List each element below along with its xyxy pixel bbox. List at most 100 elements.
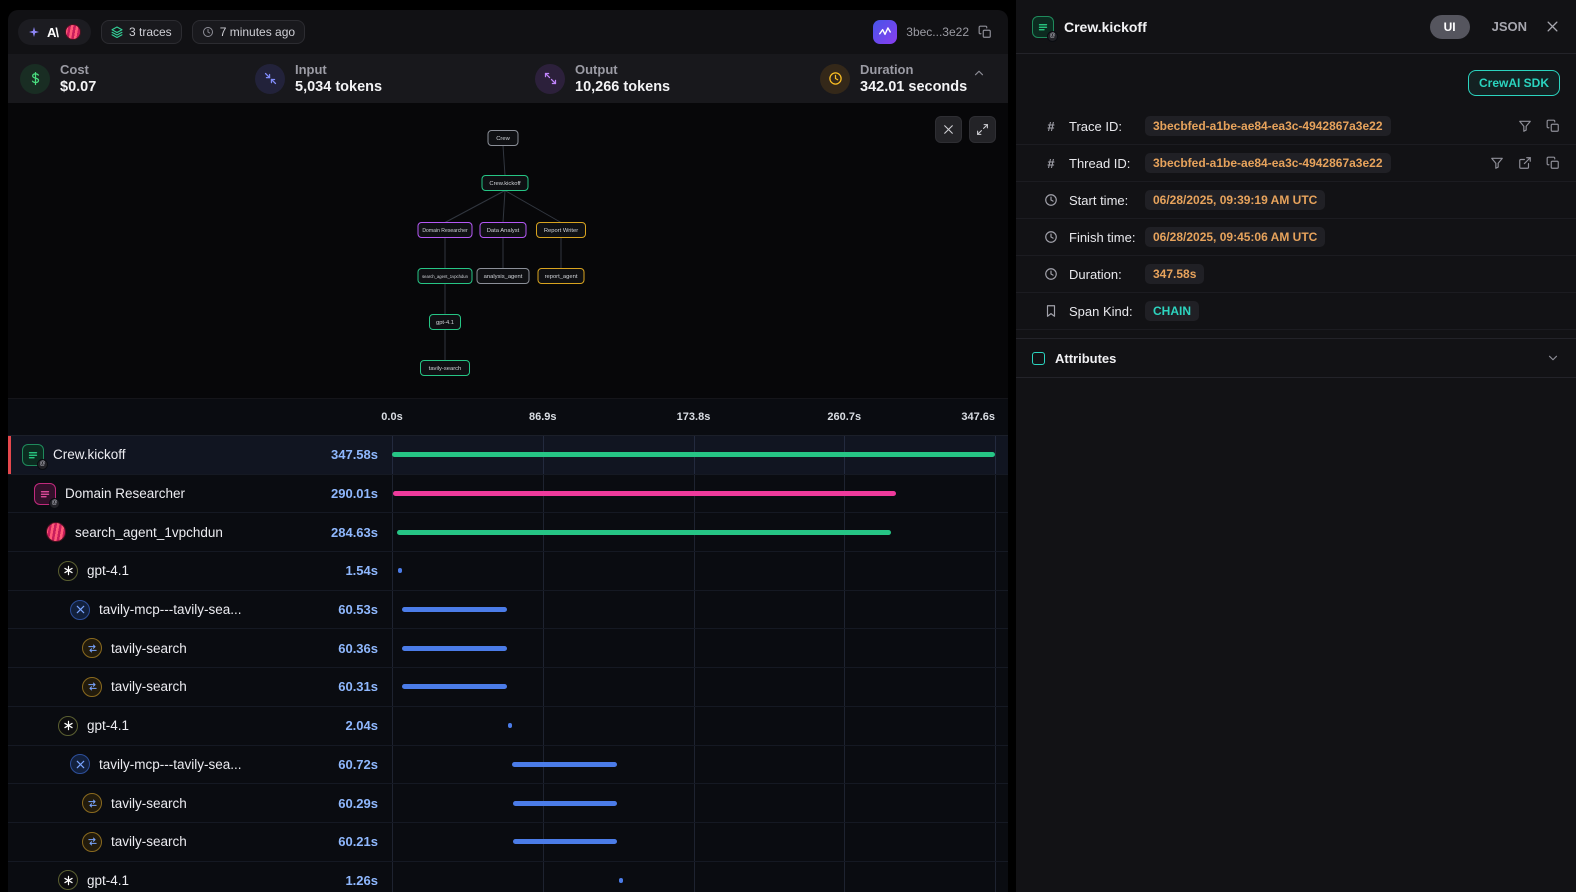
span-bar[interactable] <box>402 607 507 612</box>
traces-badge[interactable]: 3 traces <box>101 20 182 44</box>
field-label: Span Kind: <box>1069 304 1145 319</box>
field-span-kind: Span Kind:CHAIN <box>1016 293 1576 330</box>
field-value[interactable]: 347.58s <box>1145 264 1204 284</box>
graph-node[interactable]: Crew <box>488 131 518 146</box>
graph-node[interactable]: Crew.kickoff <box>482 176 528 191</box>
svg-text:Crew: Crew <box>496 136 510 142</box>
field-value[interactable]: 06/28/2025, 09:39:19 AM UTC <box>1145 190 1325 210</box>
field-value[interactable]: CHAIN <box>1145 301 1199 321</box>
span-bar[interactable] <box>393 491 896 496</box>
openai-icon <box>58 716 78 736</box>
trace-row[interactable]: gpt-4.11.54s <box>8 552 1008 591</box>
metric-value: 5,034 tokens <box>295 79 382 95</box>
span-bar[interactable] <box>397 530 891 535</box>
output-arrows-icon <box>535 64 565 94</box>
filter-icon[interactable] <box>1490 156 1504 170</box>
metric-label: Duration <box>860 62 967 77</box>
filter-icon[interactable] <box>1518 119 1532 133</box>
metric-value: 10,266 tokens <box>575 79 670 95</box>
dollar-icon <box>20 64 50 94</box>
copy-icon[interactable] <box>978 25 992 39</box>
span-bar[interactable] <box>392 452 995 457</box>
graph-node[interactable]: tavily-search <box>421 361 470 376</box>
span-track <box>392 475 995 513</box>
field-value[interactable]: 06/28/2025, 09:45:06 AM UTC <box>1145 227 1325 247</box>
trace-row[interactable]: tavily-mcp---tavily-sea...60.72s <box>8 746 1008 785</box>
span-bar[interactable] <box>512 762 617 767</box>
span-duration: 2.04s <box>345 718 378 733</box>
close-panel-button[interactable] <box>1545 19 1560 34</box>
trace-row[interactable]: tavily-search60.29s <box>8 784 1008 823</box>
trace-row[interactable]: search_agent_1vpchdun284.63s <box>8 513 1008 552</box>
field-value[interactable]: 3becbfed-a1be-ae84-ea3c-4942867a3e22 <box>1145 116 1391 136</box>
layers-icon <box>111 26 123 38</box>
span-bar[interactable] <box>398 568 402 573</box>
anthropic-logo: A\ <box>47 25 58 40</box>
field-start-time: Start time:06/28/2025, 09:39:19 AM UTC <box>1016 182 1576 219</box>
svg-text:gpt-4.1: gpt-4.1 <box>436 320 454 326</box>
trace-row[interactable]: tavily-search60.31s <box>8 668 1008 707</box>
graph-node[interactable]: Data Analyst <box>480 223 526 238</box>
graph-node[interactable]: search_agent_1vpchdun <box>418 269 472 284</box>
span-name: gpt-4.1 <box>87 718 129 733</box>
span-bar[interactable] <box>402 684 507 689</box>
tools-icon <box>70 600 90 620</box>
chart-tile-icon <box>873 20 897 44</box>
graph-node[interactable]: Report Writer <box>537 223 586 238</box>
span-bar[interactable] <box>513 801 618 806</box>
top-right-group: 3bec...3e22 <box>873 20 998 44</box>
trace-row[interactable]: tavily-mcp---tavily-sea...60.53s <box>8 591 1008 630</box>
graph-node[interactable]: Domain Researcher <box>418 223 472 238</box>
hash-icon: # <box>1043 119 1059 134</box>
copy-icon[interactable] <box>1546 119 1560 133</box>
span-track <box>392 591 995 629</box>
openai-icon <box>58 561 78 581</box>
expand-graph-button[interactable] <box>969 116 996 143</box>
field-value[interactable]: 3becbfed-a1be-ae84-ea3c-4942867a3e22 <box>1145 153 1391 173</box>
span-bar[interactable] <box>402 646 507 651</box>
trace-row[interactable]: tavily-search60.36s <box>8 629 1008 668</box>
time-axis: 0.0s86.9s173.8s260.7s347.6s <box>8 399 1008 436</box>
metric-label: Output <box>575 62 670 77</box>
trace-row[interactable]: gpt-4.1 2.04s <box>8 707 1008 746</box>
trace-row[interactable]: gpt-4.11.26s <box>8 862 1008 892</box>
graph-canvas[interactable]: Crew Crew.kickoff Domain Researcher Data An… <box>8 103 1008 399</box>
sparkle-logo-icon <box>28 26 40 38</box>
collapse-metrics-button[interactable] <box>968 62 990 87</box>
waterfall: 0.0s86.9s173.8s260.7s347.6s @Crew.kickof… <box>8 399 1008 892</box>
graph-node[interactable]: gpt-4.1 <box>430 315 461 330</box>
clock-icon <box>1043 230 1059 244</box>
transfer-icon <box>82 677 102 697</box>
span-track <box>392 552 995 590</box>
graph-node[interactable]: report_agent <box>538 269 584 284</box>
close-graph-button[interactable] <box>935 116 962 143</box>
metric-input: Input5,034 tokens <box>255 62 535 95</box>
tab-ui[interactable]: UI <box>1430 15 1470 39</box>
span-bar[interactable] <box>508 723 512 728</box>
transfer-icon <box>82 793 102 813</box>
external-icon[interactable] <box>1518 156 1532 170</box>
copy-icon[interactable] <box>1546 156 1560 170</box>
attributes-section-header[interactable]: Attributes <box>1016 338 1576 378</box>
clock-icon <box>202 26 214 38</box>
trace-row[interactable]: @Domain Researcher290.01s <box>8 475 1008 514</box>
trace-overview-panel: A\ 3 traces 7 minutes ago 3bec...3e22 Co… <box>0 0 1008 892</box>
field-label: Trace ID: <box>1069 119 1145 134</box>
sdk-row: CrewAI SDK <box>1016 54 1576 108</box>
svg-text:Crew.kickoff: Crew.kickoff <box>489 181 521 187</box>
graph-node[interactable]: analysis_agent <box>477 269 529 284</box>
trace-row[interactable]: tavily-search60.21s <box>8 823 1008 862</box>
transfer-icon <box>82 638 102 658</box>
tools-icon <box>70 754 90 774</box>
span-name: gpt-4.1 <box>87 563 129 578</box>
tab-json[interactable]: JSON <box>1492 19 1527 34</box>
span-name: tavily-search <box>111 679 187 694</box>
hash-icon: # <box>1043 156 1059 171</box>
span-bar[interactable] <box>619 878 623 883</box>
trace-row[interactable]: @Crew.kickoff347.58s <box>8 436 1008 475</box>
span-bar[interactable] <box>513 839 617 844</box>
field-actions <box>1518 119 1560 133</box>
clock-icon <box>1043 267 1059 281</box>
svg-text:Report Writer: Report Writer <box>544 228 578 234</box>
panel-divider <box>1008 0 1016 892</box>
